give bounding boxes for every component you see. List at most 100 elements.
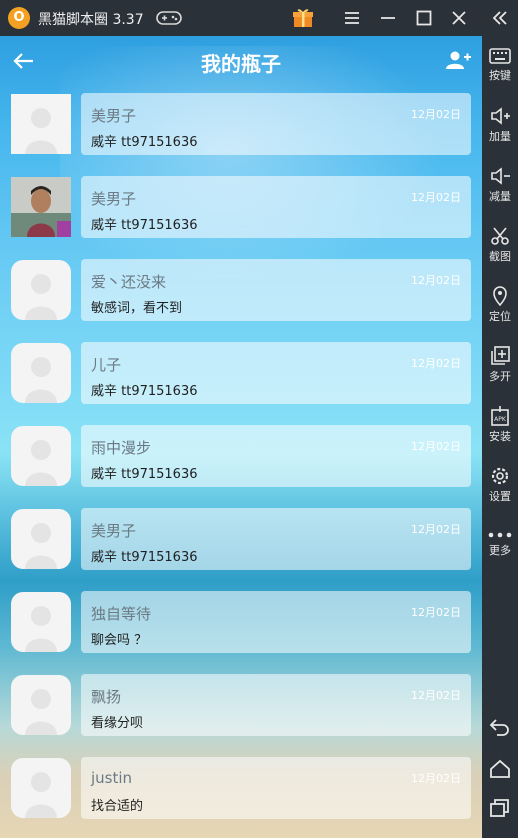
message-bubble[interactable]: 飘扬 12月02日看缘分呗 xyxy=(81,674,471,736)
message-bubble[interactable]: 美男子 12月02日威辛 tt97151636 xyxy=(81,93,471,155)
sidebar-item-settings[interactable]: 设置 xyxy=(482,466,518,504)
scissors-icon xyxy=(491,227,509,245)
sidebar-label: 减量 xyxy=(489,190,511,203)
message-date: 12月02日 xyxy=(411,108,461,121)
sender-name: 爱丶还没来 xyxy=(91,273,167,291)
sidebar-label: 多开 xyxy=(489,370,511,383)
avatar[interactable] xyxy=(11,343,71,403)
avatar[interactable] xyxy=(11,592,71,652)
sender-name: 雨中漫步 xyxy=(91,439,152,457)
sidebar-label: 定位 xyxy=(489,310,511,323)
sidebar-label: 加量 xyxy=(489,130,511,143)
app-header: 我的瓶子 xyxy=(0,36,482,86)
emulator-title: 黑猫脚本圈 3.37 xyxy=(38,12,144,28)
message-preview: 威辛 tt97151636 xyxy=(91,135,198,150)
gamepad-icon[interactable] xyxy=(156,9,182,27)
message-date: 12月02日 xyxy=(411,689,461,702)
avatar[interactable] xyxy=(11,509,71,569)
svg-text:APK: APK xyxy=(494,416,507,423)
maximize-icon[interactable] xyxy=(414,8,434,28)
avatar[interactable] xyxy=(11,260,71,320)
message-date: 12月02日 xyxy=(411,440,461,453)
volume-up-icon xyxy=(491,107,510,125)
sidebar-item-volume-up[interactable]: 加量 xyxy=(482,106,518,144)
avatar[interactable] xyxy=(11,177,71,237)
list-item[interactable]: 儿子 12月02日威辛 tt97151636 xyxy=(0,342,482,406)
message-bubble[interactable]: justin 12月02日找合适的 xyxy=(81,757,471,819)
message-preview: 敏感词，看不到 xyxy=(91,301,183,316)
message-preview: 威辛 tt97151636 xyxy=(91,384,198,399)
android-home-icon[interactable] xyxy=(488,758,512,780)
location-icon xyxy=(493,286,507,306)
close-icon[interactable] xyxy=(449,8,469,28)
list-item[interactable]: 雨中漫步 12月02日威辛 tt97151636 xyxy=(0,425,482,489)
list-item[interactable]: 独自等待 12月02日聊会吗 ？ xyxy=(0,591,482,655)
message-bubble[interactable]: 美男子 12月02日威辛 tt97151636 xyxy=(81,508,471,570)
message-bubble[interactable]: 雨中漫步 12月02日威辛 tt97151636 xyxy=(81,425,471,487)
list-item[interactable]: 美男子 12月02日威辛 tt97151636 xyxy=(0,93,482,157)
keyboard-icon xyxy=(489,48,511,64)
sidebar-item-location[interactable]: 定位 xyxy=(482,286,518,324)
sender-name: 儿子 xyxy=(91,356,122,374)
minimize-icon[interactable] xyxy=(378,8,398,28)
message-bubble[interactable]: 儿子 12月02日威辛 tt97151636 xyxy=(81,342,471,404)
add-friend-icon[interactable] xyxy=(445,49,471,71)
list-item[interactable]: 美男子 12月02日威辛 tt97151636 xyxy=(0,508,482,572)
avatar[interactable] xyxy=(11,675,71,735)
emulator-sidebar: 按键 加量 减量 截图 定位 多开 APK 安装 设置 更多 xyxy=(482,0,518,838)
multi-open-icon xyxy=(491,346,510,365)
sidebar-label: 截图 xyxy=(489,250,511,263)
avatar[interactable] xyxy=(11,758,71,818)
message-date: 12月02日 xyxy=(411,357,461,370)
sender-name: 独自等待 xyxy=(91,605,152,623)
volume-down-icon xyxy=(491,167,510,185)
page-title: 我的瓶子 xyxy=(201,52,281,76)
message-bubble[interactable]: 美男子 12月02日威辛 tt97151636 xyxy=(81,176,471,238)
sender-name: 美男子 xyxy=(91,107,137,125)
collapse-sidebar-icon[interactable] xyxy=(490,8,510,28)
app-screen: 我的瓶子 美男子 12月02日 威辛 tt97151636 美男子 12月02日 威辛 t… xyxy=(0,36,482,838)
emulator-titlebar: O 黑猫脚本圈 3.37 xyxy=(0,0,518,36)
sidebar-item-multi-open[interactable]: 多开 xyxy=(482,346,518,384)
gift-icon[interactable] xyxy=(292,7,314,29)
sidebar-label: 安装 xyxy=(489,430,511,443)
sidebar-item-screenshot[interactable]: 截图 xyxy=(482,226,518,264)
message-bubble[interactable]: 独自等待 12月02日聊会吗 ？ xyxy=(81,591,471,653)
message-preview: 找合适的 xyxy=(91,799,144,814)
app-logo-icon: O xyxy=(8,7,30,29)
apk-install-icon: APK xyxy=(491,406,509,426)
message-preview: 聊会吗 ？ xyxy=(91,633,148,648)
list-item[interactable]: 飘扬 12月02日看缘分呗 xyxy=(0,674,482,738)
sidebar-label: 按键 xyxy=(489,69,511,82)
sidebar-item-more[interactable]: 更多 xyxy=(482,530,518,558)
list-item[interactable]: justin 12月02日找合适的 xyxy=(0,757,482,821)
sender-name: justin xyxy=(91,769,133,787)
gear-icon xyxy=(491,467,509,485)
android-back-icon[interactable] xyxy=(488,716,512,738)
android-recents-icon[interactable] xyxy=(488,797,512,819)
sender-name: 美男子 xyxy=(91,190,137,208)
list-item[interactable]: 爱丶还没来 12月02日敏感词，看不到 xyxy=(0,259,482,323)
sidebar-label: 设置 xyxy=(489,490,511,503)
message-preview: 威辛 tt97151636 xyxy=(91,218,198,233)
message-preview: 威辛 tt97151636 xyxy=(91,550,198,565)
message-date: 12月02日 xyxy=(411,191,461,204)
list-item[interactable]: 美男子 12月02日威辛 tt97151636 xyxy=(0,176,482,240)
message-preview: 威辛 tt97151636 xyxy=(91,467,198,482)
sidebar-item-volume-down[interactable]: 减量 xyxy=(482,166,518,204)
message-date: 12月02日 xyxy=(411,772,461,785)
message-bubble[interactable]: 爱丶还没来 12月02日敏感词，看不到 xyxy=(81,259,471,321)
sidebar-label: 更多 xyxy=(489,544,511,557)
message-date: 12月02日 xyxy=(411,606,461,619)
sender-name: 美男子 xyxy=(91,522,137,540)
message-date: 12月02日 xyxy=(411,274,461,287)
sender-name: 飘扬 xyxy=(91,688,122,706)
sidebar-item-install[interactable]: APK 安装 xyxy=(482,406,518,444)
avatar[interactable] xyxy=(11,426,71,486)
more-dots-icon xyxy=(488,532,512,538)
message-date: 12月02日 xyxy=(411,523,461,536)
avatar[interactable] xyxy=(11,94,71,154)
sidebar-item-keys[interactable]: 按键 xyxy=(482,47,518,83)
menu-icon[interactable] xyxy=(342,8,362,28)
message-preview: 看缘分呗 xyxy=(91,716,144,731)
